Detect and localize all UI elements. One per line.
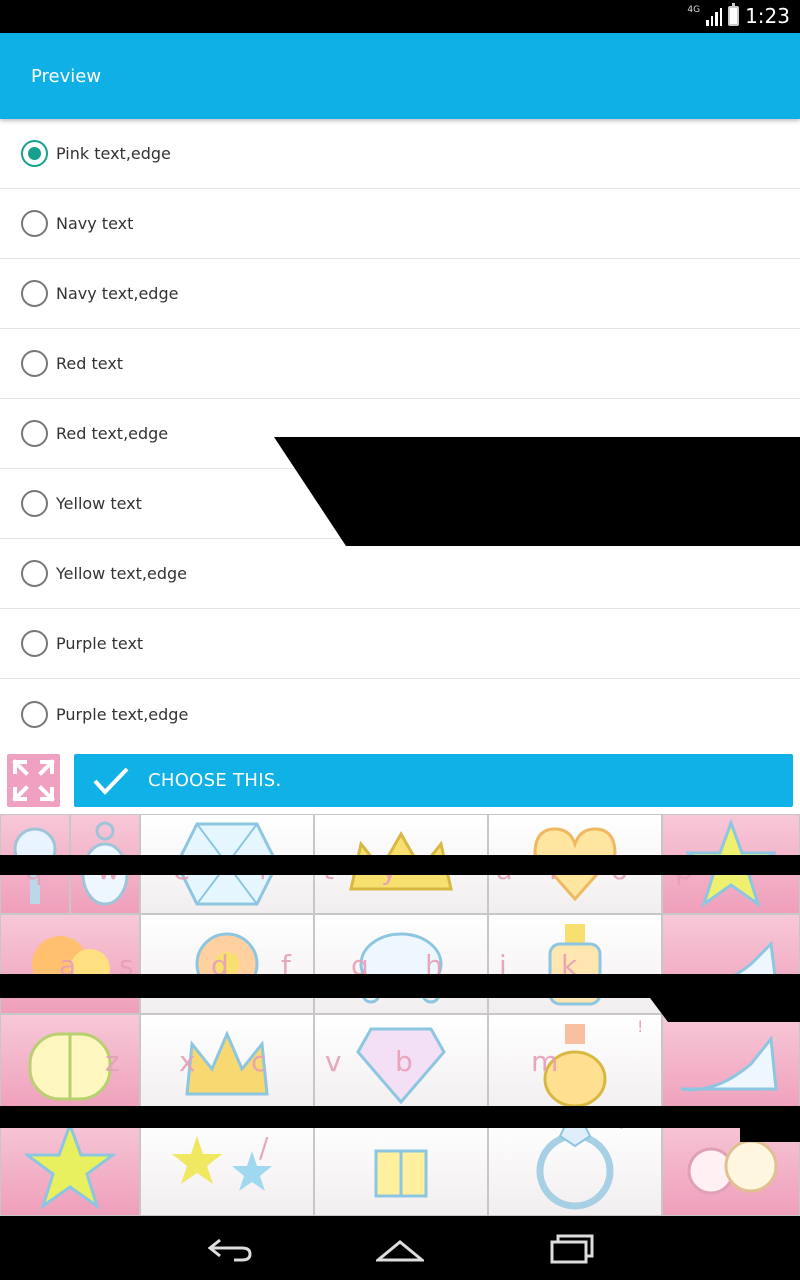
keyboard-key-period[interactable]: ' — [488, 1116, 662, 1216]
render-glitch-band — [0, 1106, 800, 1128]
key-letter: / — [259, 1131, 269, 1164]
key-letter: c — [251, 1045, 267, 1078]
option-label: Red text — [56, 354, 124, 373]
status-icons: 4G 1:23 — [687, 3, 790, 28]
option-pink-text-edge[interactable]: Pink text,edge — [0, 119, 800, 189]
keyboard-key-v-b[interactable]: v b — [314, 1014, 488, 1114]
keyboard-key-shift-right[interactable] — [662, 1014, 800, 1114]
radio-selected-icon[interactable] — [21, 140, 48, 167]
stars-cluster-icon — [172, 1136, 272, 1191]
keyboard-row-4: @ / ' — [0, 1116, 800, 1216]
option-label: Red text,edge — [56, 424, 169, 443]
star-icon — [25, 1121, 115, 1210]
keyboard-key-g-h[interactable]: g h — [314, 914, 488, 1014]
expand-arrows-icon — [12, 759, 55, 802]
radio-icon[interactable] — [21, 280, 48, 307]
network-type-label: 4G — [687, 5, 701, 15]
option-label: Pink text,edge — [56, 144, 171, 163]
option-label: Purple text — [56, 634, 144, 653]
back-icon[interactable] — [206, 1232, 254, 1264]
radio-icon[interactable] — [21, 210, 48, 237]
option-purple-text[interactable]: Purple text — [0, 609, 800, 679]
option-label: Purple text,edge — [56, 704, 189, 724]
keyboard-key-symbols[interactable] — [0, 1116, 140, 1216]
option-label: Navy text,edge — [56, 284, 179, 303]
radio-icon[interactable] — [21, 700, 48, 728]
battery-icon — [728, 3, 740, 26]
status-clock: 1:23 — [745, 4, 790, 28]
option-purple-text-edge[interactable]: Purple text,edge — [0, 679, 800, 749]
option-red-text[interactable]: Red text — [0, 329, 800, 399]
key-letter: ! — [637, 1017, 644, 1036]
render-glitch-block — [650, 998, 800, 1022]
keyboard-key-d-f[interactable]: d f — [140, 914, 314, 1014]
option-list: Pink text,edge Navy text Navy text,edge … — [0, 119, 800, 749]
keyboard-key-a-s[interactable]: a s — [0, 914, 140, 1014]
key-letter: b — [395, 1045, 413, 1078]
page-title: Preview — [31, 66, 102, 87]
option-label: Yellow text — [56, 494, 142, 513]
option-yellow-text-edge[interactable]: Yellow text,edge — [0, 539, 800, 609]
choose-this-label: CHOOSE THIS. — [148, 770, 282, 791]
option-label: Navy text — [56, 214, 134, 233]
gift-box-icon — [374, 1149, 428, 1198]
render-glitch-band — [740, 1128, 800, 1142]
choose-this-button[interactable]: CHOOSE THIS. — [74, 754, 793, 807]
recents-icon[interactable] — [548, 1232, 596, 1264]
keyboard-key-space[interactable] — [314, 1116, 488, 1216]
option-label: Yellow text,edge — [56, 564, 188, 583]
key-letter: x — [179, 1045, 196, 1078]
glass-slipper-icon — [680, 1035, 778, 1092]
option-navy-text-edge[interactable]: Navy text,edge — [0, 259, 800, 329]
ring-icon — [536, 1125, 614, 1210]
radio-icon[interactable] — [21, 350, 48, 377]
render-glitch-band — [0, 974, 800, 998]
render-glitch-band — [0, 855, 800, 875]
expand-button[interactable] — [7, 754, 60, 807]
option-navy-text[interactable]: Navy text — [0, 189, 800, 259]
keyboard-key-n-m[interactable]: n m ! — [488, 1014, 662, 1114]
radio-icon[interactable] — [21, 560, 48, 587]
keyboard-row-3: z x c v b n m ! — [0, 1014, 800, 1114]
render-glitch-block — [274, 437, 800, 546]
keyboard-key-x-c[interactable]: x c — [140, 1014, 314, 1114]
status-bar: 4G 1:23 — [0, 0, 800, 33]
check-icon — [93, 767, 129, 795]
key-letter: v — [325, 1045, 342, 1078]
radio-icon[interactable] — [21, 490, 48, 517]
radio-icon[interactable] — [21, 420, 48, 447]
navigation-bar — [0, 1216, 800, 1280]
radio-icon[interactable] — [21, 630, 48, 657]
signal-icon — [706, 6, 723, 26]
home-icon[interactable] — [376, 1232, 424, 1264]
key-letter: m — [531, 1045, 559, 1078]
keyboard-key-j-k[interactable]: j k — [488, 914, 662, 1014]
keyboard-key-at[interactable]: @ / — [140, 1116, 314, 1216]
key-letter: z — [105, 1045, 120, 1078]
keyboard-key-shift[interactable]: z — [0, 1014, 140, 1114]
app-bar: Preview — [0, 33, 800, 119]
